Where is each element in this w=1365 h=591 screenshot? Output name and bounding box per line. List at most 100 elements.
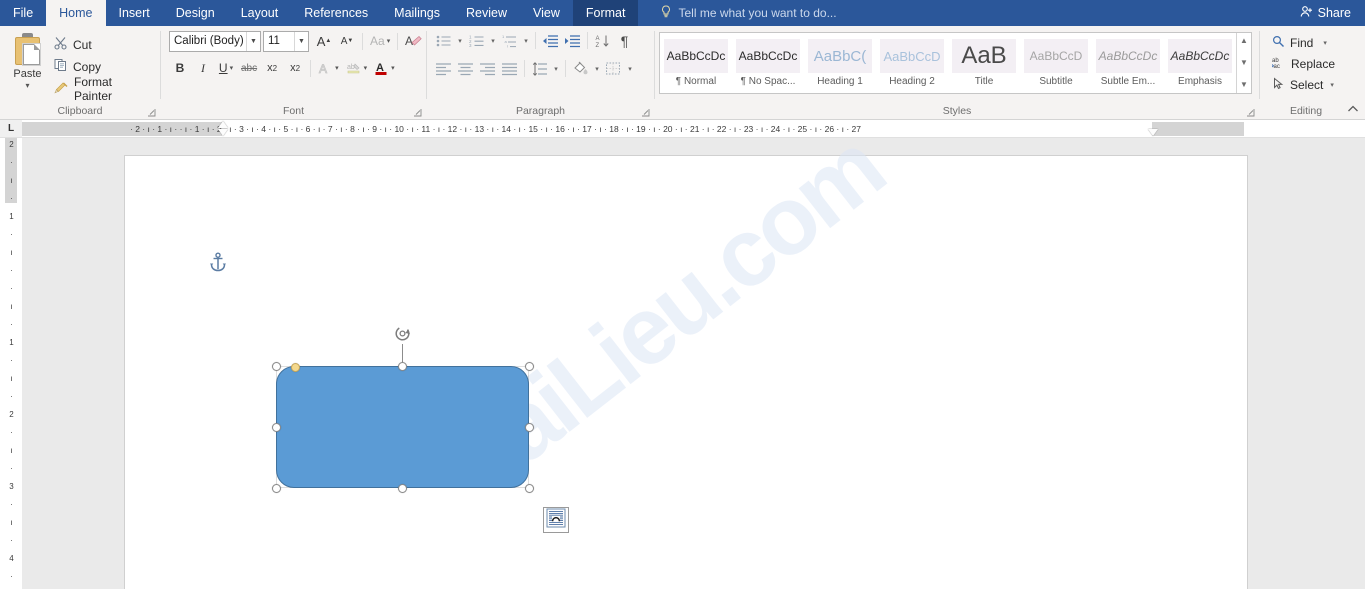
sort-button[interactable]: AZ xyxy=(592,30,613,51)
find-button[interactable]: Find ▾ xyxy=(1269,32,1330,53)
underline-button[interactable]: U ▾ xyxy=(215,57,237,79)
style-emphasis[interactable]: AaBbCcDc Emphasis xyxy=(1164,33,1236,93)
paste-caret-icon[interactable]: ▾ xyxy=(25,81,29,90)
selected-shape-container[interactable] xyxy=(268,319,543,499)
first-line-indent-marker[interactable] xyxy=(218,121,228,128)
chevron-down-icon[interactable]: ▾ xyxy=(551,65,561,73)
decrease-indent-button[interactable] xyxy=(540,30,561,51)
chevron-down-icon[interactable]: ▾ xyxy=(625,65,635,73)
tab-file[interactable]: File xyxy=(0,0,46,26)
chevron-down-icon[interactable]: ▼ xyxy=(246,31,260,51)
hanging-indent-marker[interactable] xyxy=(218,129,228,136)
svg-text:i: i xyxy=(507,43,508,48)
more-styles-icon[interactable]: ▼ xyxy=(1240,79,1248,91)
chevron-down-icon[interactable]: ▾ xyxy=(1330,81,1334,89)
sizing-handle-middle-left[interactable] xyxy=(271,422,281,432)
sizing-handle-bottom-left[interactable] xyxy=(271,483,281,493)
superscript-button[interactable]: x2 xyxy=(284,57,306,79)
increase-indent-button[interactable] xyxy=(562,30,583,51)
chevron-down-icon[interactable]: ▼ xyxy=(1240,57,1248,69)
strikethrough-button[interactable]: abc xyxy=(238,57,260,79)
chevron-down-icon[interactable]: ▼ xyxy=(294,31,308,51)
font-name-combo[interactable]: Calibri (Body) ▼ xyxy=(169,30,261,52)
styles-gallery[interactable]: AaBbCcDc ¶ Normal AaBbCcDc ¶ No Spac... … xyxy=(659,32,1252,94)
bold-button[interactable]: B xyxy=(169,57,191,79)
sizing-handle-bottom-right[interactable] xyxy=(524,483,534,493)
tab-design[interactable]: Design xyxy=(163,0,228,26)
change-case-button[interactable]: Aa ▾ xyxy=(367,30,393,52)
vertical-ruler[interactable]: 2 · ı · 1 · ı · · ı · 1 · ı · 2 · ı · 3 … xyxy=(0,138,22,589)
shading-button[interactable] xyxy=(570,58,591,79)
line-spacing-button[interactable] xyxy=(529,58,550,79)
tab-format[interactable]: Format xyxy=(572,0,639,26)
style-subtitle[interactable]: AaBbCcD Subtitle xyxy=(1020,33,1092,93)
styles-gallery-scroll[interactable]: ▲ ▼ ▼ xyxy=(1236,33,1251,93)
shrink-font-button[interactable]: A ▼ xyxy=(336,30,358,52)
show-formatting-marks-button[interactable]: ¶ xyxy=(614,30,635,51)
replace-button[interactable]: ab ac Replace xyxy=(1269,53,1338,74)
chevron-down-icon[interactable]: ▾ xyxy=(592,65,602,73)
tab-stop-selector[interactable]: L xyxy=(0,120,22,137)
tell-me-box[interactable]: Tell me what you want to do... xyxy=(660,0,837,26)
subscript-button[interactable]: x2 xyxy=(261,57,283,79)
font-color-button[interactable]: A ▾ xyxy=(371,57,398,79)
style-subtle-emphasis[interactable]: AaBbCcDc Subtle Em... xyxy=(1092,33,1164,93)
collapse-ribbon-button[interactable] xyxy=(1347,104,1359,117)
grow-font-button[interactable]: A ▲ xyxy=(313,30,335,52)
sizing-handle-bottom-center[interactable] xyxy=(398,483,407,493)
share-button[interactable]: Share xyxy=(1290,0,1365,26)
find-label: Find xyxy=(1290,35,1314,50)
tab-references[interactable]: References xyxy=(291,0,381,26)
tab-home[interactable]: Home xyxy=(46,0,106,26)
document-canvas[interactable]: TaiLieu.com xyxy=(22,138,1365,589)
select-button[interactable]: Select ▾ xyxy=(1269,74,1337,95)
chevron-down-icon[interactable]: ▾ xyxy=(521,37,531,45)
chevron-down-icon[interactable]: ▾ xyxy=(1323,39,1327,47)
rotate-handle-icon[interactable] xyxy=(393,324,413,344)
numbering-button[interactable]: 123 xyxy=(466,30,487,51)
chevron-down-icon[interactable]: ▾ xyxy=(455,37,465,45)
bullets-button[interactable] xyxy=(433,30,454,51)
cut-button[interactable]: Cut xyxy=(50,35,155,54)
paste-button[interactable]: Paste ▾ xyxy=(5,30,50,90)
horizontal-ruler[interactable]: · 2 · ı · 1 · ı · · ı · 1 · ı · 2 · ı · … xyxy=(22,120,1365,137)
align-center-button[interactable] xyxy=(455,58,476,79)
dialog-launcher-icon[interactable] xyxy=(413,108,422,117)
right-indent-marker[interactable] xyxy=(1148,129,1158,136)
chevron-up-icon[interactable]: ▲ xyxy=(1240,35,1248,47)
style-no-spacing[interactable]: AaBbCcDc ¶ No Spac... xyxy=(732,33,804,93)
sizing-handle-top-right[interactable] xyxy=(524,361,534,371)
document-page[interactable]: TaiLieu.com xyxy=(125,138,1247,589)
dialog-launcher-icon[interactable] xyxy=(147,108,156,117)
chevron-down-icon[interactable]: ▾ xyxy=(488,37,498,45)
justify-button[interactable] xyxy=(499,58,520,79)
layout-options-button[interactable] xyxy=(543,507,569,533)
tab-view[interactable]: View xyxy=(520,0,573,26)
style-normal[interactable]: AaBbCcDc ¶ Normal xyxy=(660,33,732,93)
tab-review[interactable]: Review xyxy=(453,0,520,26)
align-left-button[interactable] xyxy=(433,58,454,79)
rounded-rectangle-shape[interactable] xyxy=(276,366,529,488)
borders-button[interactable] xyxy=(603,58,624,79)
sizing-handle-middle-right[interactable] xyxy=(524,422,534,432)
align-right-button[interactable] xyxy=(477,58,498,79)
sizing-handle-top-center[interactable] xyxy=(398,361,407,371)
multilevel-list-button[interactable]: 1ai xyxy=(499,30,520,51)
format-painter-button[interactable]: Format Painter xyxy=(50,75,155,103)
dialog-launcher-icon[interactable] xyxy=(641,108,650,117)
style-heading-1[interactable]: AaBbC( Heading 1 xyxy=(804,33,876,93)
corner-radius-adjust-handle[interactable] xyxy=(291,363,300,372)
tab-mailings[interactable]: Mailings xyxy=(381,0,453,26)
dialog-launcher-icon[interactable] xyxy=(1246,108,1255,117)
clear-formatting-button[interactable]: A xyxy=(402,30,425,52)
font-size-combo[interactable]: 11 ▼ xyxy=(263,30,309,52)
style-title[interactable]: AaB Title xyxy=(948,33,1020,93)
style-heading-2[interactable]: AaBbCcD Heading 2 xyxy=(876,33,948,93)
tab-insert[interactable]: Insert xyxy=(106,0,163,26)
tab-layout[interactable]: Layout xyxy=(228,0,292,26)
text-highlight-button[interactable]: ab ▾ xyxy=(343,57,371,79)
text-effects-button[interactable]: A ▾ xyxy=(315,57,342,79)
copy-button[interactable]: Copy xyxy=(50,57,155,76)
italic-button[interactable]: I xyxy=(192,57,214,79)
sizing-handle-top-left[interactable] xyxy=(271,361,281,371)
